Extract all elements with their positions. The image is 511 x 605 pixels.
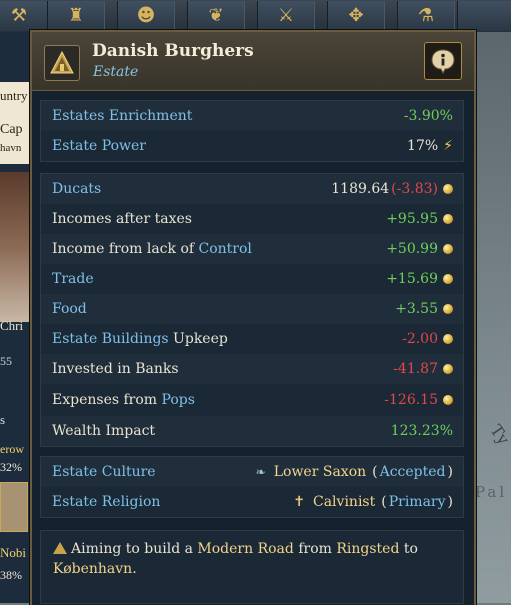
bg-fragment: untry <box>0 88 28 103</box>
religion-status-link[interactable]: Primary <box>389 494 446 510</box>
finance-row[interactable]: Invested in Banks -41.87 <box>41 354 463 384</box>
wealth-impact-row[interactable]: Wealth Impact 123.23% <box>41 416 463 446</box>
bg-fragment: 55 <box>0 354 12 368</box>
finance-row-value: -126.15 <box>384 392 438 408</box>
finance-row-label: Expenses from <box>52 392 162 408</box>
flask-icon[interactable]: ⚗ <box>397 1 455 31</box>
finance-row[interactable]: Food +3.55 <box>41 294 463 324</box>
note-text: from <box>293 541 337 557</box>
bg-fragment: 38% <box>0 568 22 582</box>
finance-row-value: +3.55 <box>395 301 438 317</box>
ducat-coin-icon <box>443 395 453 405</box>
note-text: Aiming to build a <box>71 541 198 557</box>
finance-row-label: Invested in Banks <box>52 361 179 377</box>
estates-enrichment-row[interactable]: Estates Enrichment -3.90% <box>41 101 463 131</box>
tools-icon[interactable]: ⚒ <box>0 1 48 31</box>
ducats-change: (-3.83) <box>391 181 438 197</box>
religion-name: Calvinist <box>313 494 376 510</box>
world-map[interactable] <box>470 32 511 603</box>
estate-power-value: 17% <box>407 138 439 154</box>
ducats-row[interactable]: Ducats 1189.64 (-3.83) <box>41 174 463 204</box>
trade-link[interactable]: Trade <box>52 271 386 287</box>
ducat-coin-icon <box>443 184 453 194</box>
finance-row-value: -2.00 <box>402 331 438 347</box>
toolbar-edge <box>457 1 511 31</box>
lightning-icon: ⚡ <box>443 138 453 154</box>
food-link[interactable]: Food <box>52 301 395 317</box>
finance-row-value: -41.87 <box>393 361 438 377</box>
ducats-label: Ducats <box>52 181 102 197</box>
bg-fragment: Cap <box>0 122 23 137</box>
finance-row-value: +15.69 <box>386 271 438 287</box>
finance-row-label: Income from lack of <box>52 241 199 257</box>
culture-status-link[interactable]: Accepted <box>380 464 446 480</box>
ducat-coin-icon <box>443 364 453 374</box>
compass-icon[interactable]: ✥ <box>327 1 385 31</box>
ducat-coin-icon <box>443 214 453 224</box>
crossed-swords-icon[interactable]: ⚔ <box>257 1 315 31</box>
cross-icon: ✝ <box>293 494 305 510</box>
origin-location: Ringsted <box>336 541 400 557</box>
estate-power-label: Estate Power <box>52 138 146 154</box>
ducat-coin-icon <box>443 334 453 344</box>
burghers-estate-icon <box>53 542 67 554</box>
bg-fragment: s <box>0 412 6 427</box>
map-label: Pal <box>475 483 508 501</box>
tooltip-header: Danish Burghers Estate <box>32 32 474 91</box>
bg-fragment: 32% <box>0 460 22 474</box>
destination-location: København <box>53 561 133 577</box>
info-icon <box>431 49 455 74</box>
finance-row-label: Upkeep <box>168 331 228 347</box>
estate-title: Danish Burghers <box>92 41 254 61</box>
control-link[interactable]: Control <box>199 241 252 257</box>
finance-row[interactable]: Income from lack of Control +50.99 <box>41 234 463 264</box>
estate-religion-row[interactable]: Estate Religion ✝ Calvinist (Primary) <box>41 487 463 517</box>
estate-culture-label: Estate Culture <box>52 464 156 480</box>
dove-icon[interactable]: ❦ <box>187 1 245 31</box>
country-panel-background: untry Cap havn Chri 55 s erow 32% Nobi 3… <box>0 32 34 603</box>
bg-fragment: Chri <box>0 318 24 333</box>
wealth-impact-label: Wealth Impact <box>52 423 156 439</box>
estates-enrichment-label: Estates Enrichment <box>52 108 193 124</box>
wealth-impact-value: 123.23% <box>390 423 453 439</box>
ducat-coin-icon <box>443 244 453 254</box>
finance-row-value: +50.99 <box>386 241 438 257</box>
ducat-coin-icon <box>443 304 453 314</box>
burghers-estate-icon <box>44 45 80 81</box>
culture-section: Estate Culture ❧ Lower Saxon (Accepted) … <box>40 456 464 518</box>
estate-culture-row[interactable]: Estate Culture ❧ Lower Saxon (Accepted) <box>41 457 463 487</box>
note-text: to <box>399 541 418 557</box>
note-text: . <box>132 561 137 577</box>
ruler-portrait[interactable] <box>0 172 34 322</box>
finance-section: Ducats 1189.64 (-3.83) Incomes after taxe… <box>40 173 464 447</box>
advisors-icon[interactable]: ☻ <box>117 1 175 31</box>
finance-row[interactable]: Trade +15.69 <box>41 264 463 294</box>
finance-row-value: +95.95 <box>386 211 438 227</box>
top-toolbar: ⚒ ♜ ☻ ❦ ⚔ ✥ ⚗ <box>0 0 511 33</box>
building-name: Modern Road <box>197 541 294 557</box>
estate-action-note: Aiming to build a Modern Road from Rings… <box>40 530 464 604</box>
finance-row[interactable]: Incomes after taxes +95.95 <box>41 204 463 234</box>
finance-row[interactable]: Estate Buildings Upkeep -2.00 <box>41 324 463 354</box>
bg-fragment: havn <box>0 142 22 154</box>
finance-row-label: Incomes after taxes <box>52 211 192 227</box>
culture-name: Lower Saxon <box>273 464 367 480</box>
estate-subtitle: Estate <box>93 64 139 80</box>
info-button[interactable] <box>424 42 462 80</box>
ducats-value: 1189.64 <box>331 181 390 197</box>
estate-power-section: Estates Enrichment -3.90% Estate Power 1… <box>40 100 464 162</box>
finance-row[interactable]: Expenses from Pops -126.15 <box>41 384 463 416</box>
ducat-coin-icon <box>443 274 453 284</box>
bg-fragment: erow <box>0 442 24 456</box>
estate-religion-label: Estate Religion <box>52 494 161 510</box>
bg-fragment: Nobi <box>0 545 26 560</box>
estates-enrichment-value: -3.90% <box>403 108 453 124</box>
estate-portrait[interactable] <box>0 482 28 532</box>
castle-icon[interactable]: ♜ <box>47 1 105 31</box>
pops-link[interactable]: Pops <box>162 392 195 408</box>
culture-icon: ❧ <box>255 465 266 479</box>
estate-buildings-link[interactable]: Estate Buildings <box>52 331 169 347</box>
estate-tooltip: Danish Burghers Estate Estates Enrichmen… <box>30 30 476 605</box>
estate-power-row[interactable]: Estate Power 17% ⚡ <box>41 131 463 161</box>
